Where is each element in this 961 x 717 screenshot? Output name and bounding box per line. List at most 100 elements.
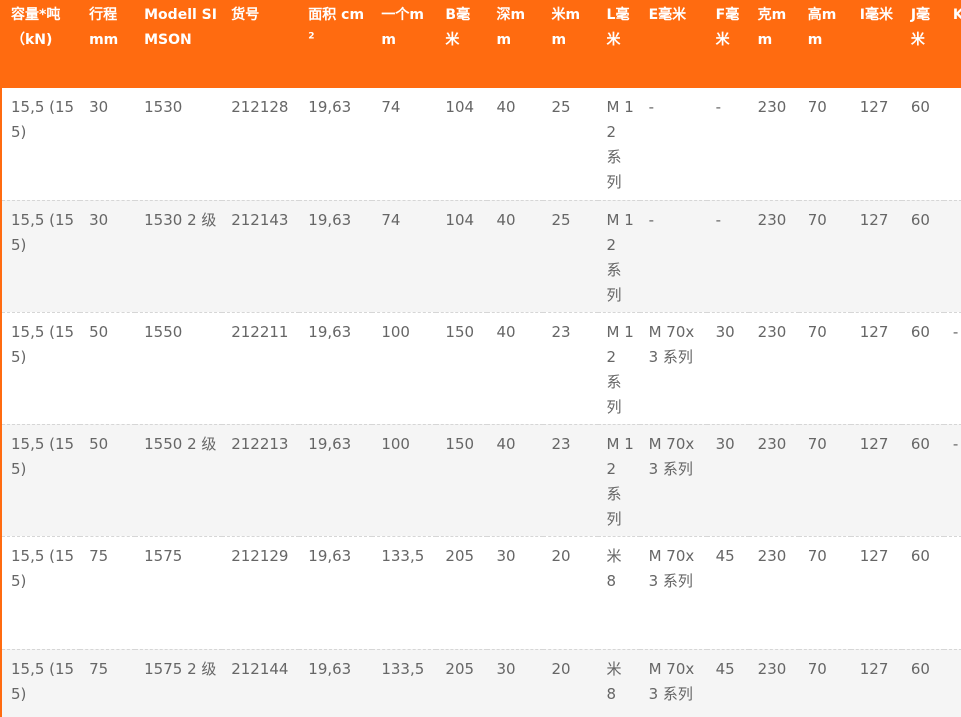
cell-b: 150 (436, 312, 488, 425)
table-body: 15,5 (155) 30 1530 212128 19,63 74 104 40 25 M 12… (2, 88, 961, 717)
cell-f: 45 (706, 649, 749, 717)
cell-k: - (943, 424, 961, 537)
cell-b: 104 (436, 200, 488, 313)
cell-b: 205 (436, 536, 488, 650)
header-b: B毫米 (445, 7, 471, 48)
cell-i: 127 (850, 424, 902, 537)
cell-m: 20 (542, 649, 598, 717)
cell-area: 19,63 (299, 424, 373, 537)
cell-f: - (706, 200, 749, 313)
cell-j: 60 (901, 649, 944, 717)
cell-h: 70 (798, 536, 851, 650)
cell-stroke: 50 (80, 312, 136, 425)
cell-area: 19,63 (299, 88, 373, 201)
cell-k (943, 536, 961, 650)
cell-l: 米 8 (597, 536, 640, 650)
table-row: 15,5 (155) 50 1550 212211 19,63 100 150 40 23 M 1… (2, 312, 961, 425)
cell-i: 127 (850, 312, 902, 425)
header-stroke: 行程mm (89, 7, 119, 48)
cell-l: M 12 系 列 (597, 424, 640, 537)
cell-capacity: 15,5 (155) (2, 649, 81, 717)
cell-l: 米 8 (597, 649, 640, 717)
cell-g: 230 (748, 88, 799, 201)
cell-stroke: 50 (80, 424, 136, 537)
spec-table-container: 容量*吨 （kN) 行程mm Modell SIMSON 货号 面积 cm 2 一… (0, 0, 961, 717)
cell-b: 150 (436, 424, 488, 537)
cell-e: M 70x3 系列 (639, 649, 707, 717)
cell-k (943, 649, 961, 717)
cell-f: 30 (706, 424, 749, 537)
header-l: L毫米 (606, 7, 630, 48)
cell-g: 230 (748, 200, 799, 313)
cell-g: 230 (748, 649, 799, 717)
header-f: F毫米 (715, 7, 740, 48)
cell-stroke: 75 (80, 536, 136, 650)
cell-k (943, 88, 961, 201)
cell-g: 230 (748, 424, 799, 537)
cell-h: 70 (798, 649, 851, 717)
header-j: J毫米 (910, 7, 931, 48)
cell-h: 70 (798, 200, 851, 313)
cell-area: 19,63 (299, 649, 373, 717)
cell-m: 25 (542, 88, 598, 201)
cell-capacity: 15,5 (155) (2, 88, 81, 201)
cell-article-no: 212144 (222, 649, 300, 717)
cell-j: 60 (901, 536, 944, 650)
header-k: K (944, 0, 961, 88)
table-row: 15,5 (155) 50 1550 2 级 212213 19,63 100 150 40 2… (2, 424, 961, 537)
cell-article-no: 212129 (222, 536, 300, 650)
cell-k (943, 200, 961, 313)
cell-e: M 70x3 系列 (639, 424, 707, 537)
table-row: 15,5 (155) 75 1575 2 级 212144 19,63 133,5 205 3… (2, 649, 961, 717)
cell-article-no: 212143 (222, 200, 300, 313)
cell-j: 60 (901, 200, 944, 313)
cell-j: 60 (901, 88, 944, 201)
cell-h: 70 (798, 312, 851, 425)
cell-capacity: 15,5 (155) (2, 200, 81, 313)
cell-f: 45 (706, 536, 749, 650)
cell-area: 19,63 (299, 536, 373, 650)
cell-stroke: 30 (80, 200, 136, 313)
cell-model: 1530 2 级 (135, 200, 223, 313)
header-h: 高mm (807, 7, 837, 48)
cell-m: 23 (542, 424, 598, 537)
cell-f: 30 (706, 312, 749, 425)
cell-a: 100 (372, 312, 437, 425)
cell-e: M 70x3 系列 (639, 312, 707, 425)
cell-capacity: 15,5 (155) (2, 424, 81, 537)
cell-e: - (639, 88, 707, 201)
cell-l: M 12 系 列 (597, 312, 640, 425)
cell-e: - (639, 200, 707, 313)
table-row: 15,5 (155) 75 1575 212129 19,63 133,5 205 30 20 米… (2, 536, 961, 650)
cell-a: 74 (372, 88, 437, 201)
cell-i: 127 (850, 536, 902, 650)
table-header: 容量*吨 （kN) 行程mm Modell SIMSON 货号 面积 cm 2 一… (2, 0, 961, 88)
header-depth: 深mm (496, 7, 526, 48)
cell-capacity: 15,5 (155) (2, 536, 81, 650)
cell-stroke: 75 (80, 649, 136, 717)
cell-e: M 70x3 系列 (639, 536, 707, 650)
header-i: I毫米 (859, 7, 893, 23)
cell-m: 23 (542, 312, 598, 425)
header-e: E毫米 (648, 7, 687, 23)
cell-depth: 40 (487, 200, 543, 313)
cell-h: 70 (798, 424, 851, 537)
header-row: 容量*吨 （kN) 行程mm Modell SIMSON 货号 面积 cm 2 一… (2, 0, 961, 88)
cell-j: 60 (901, 312, 944, 425)
header-area-label: 面积 cm (308, 7, 365, 23)
cell-j: 60 (901, 424, 944, 537)
cell-model: 1575 (135, 536, 223, 650)
cell-depth: 40 (487, 424, 543, 537)
cell-l: M 12 系 列 (597, 88, 640, 201)
cell-i: 127 (850, 200, 902, 313)
table-row: 15,5 (155) 30 1530 212128 19,63 74 104 40 25 M 12… (2, 88, 961, 201)
cell-area: 19,63 (299, 312, 373, 425)
cell-article-no: 212213 (222, 424, 300, 537)
cell-i: 127 (850, 88, 902, 201)
cell-stroke: 30 (80, 88, 136, 201)
cell-b: 104 (436, 88, 488, 201)
cell-capacity: 15,5 (155) (2, 312, 81, 425)
cell-a: 74 (372, 200, 437, 313)
cell-model: 1550 2 级 (135, 424, 223, 537)
cell-a: 133,5 (372, 649, 437, 717)
